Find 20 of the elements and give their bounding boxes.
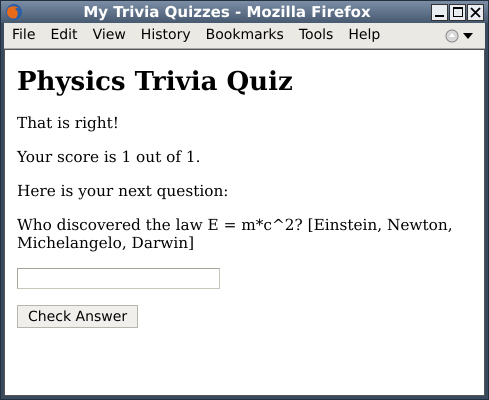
browser-logo-icon bbox=[5, 3, 23, 21]
page-text: That is right! bbox=[17, 114, 120, 132]
page-heading: Physics Trivia Quiz bbox=[17, 67, 294, 97]
menu-item[interactable]: History bbox=[140, 25, 191, 46]
menu-item[interactable]: Edit bbox=[50, 25, 78, 46]
menu-item[interactable]: Tools bbox=[298, 25, 334, 46]
minimize-button[interactable] bbox=[431, 4, 448, 20]
window-title: My Trivia Quizzes - Mozilla Firefox bbox=[82, 2, 372, 23]
menu-item[interactable]: Help bbox=[348, 25, 380, 46]
menu-item[interactable]: Bookmarks bbox=[206, 25, 284, 46]
maximize-button[interactable] bbox=[449, 4, 466, 20]
page-text: Who discovered the law E = m*c^2? [Einstein, Newton, Michelangelo, Darwin] bbox=[17, 216, 454, 252]
page-text: Your score is 1 out of 1. bbox=[17, 148, 202, 166]
close-button[interactable] bbox=[467, 4, 484, 20]
check-answer-button[interactable]: Check Answer bbox=[17, 305, 138, 328]
menu-item[interactable]: View bbox=[92, 25, 126, 46]
menu-item[interactable]: File bbox=[12, 25, 36, 46]
dropdown-arrow-icon[interactable] bbox=[463, 32, 473, 38]
page-text: Here is your next question: bbox=[17, 182, 230, 200]
answer-field[interactable] bbox=[17, 268, 220, 289]
